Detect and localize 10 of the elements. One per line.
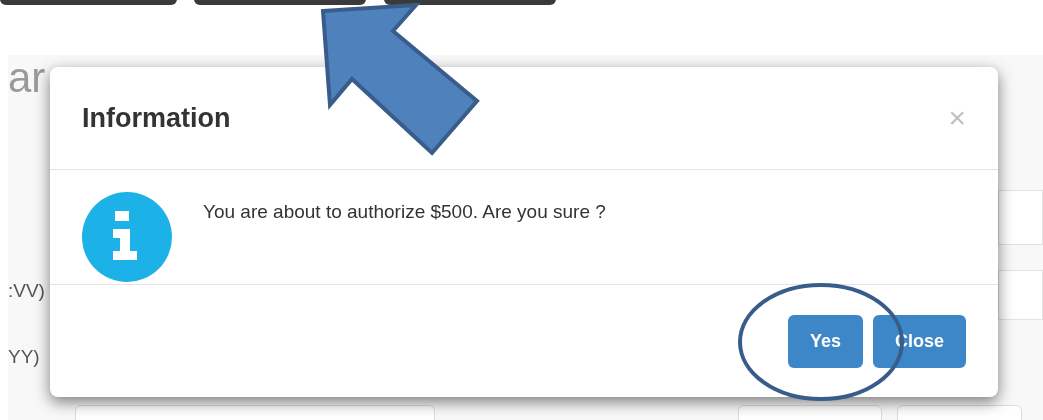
field-label: :VV)	[8, 279, 45, 303]
field-label: YY)	[8, 345, 40, 369]
input-field[interactable]	[998, 270, 1043, 320]
dialog-message: You are about to authorize $500. Are you sure ?	[203, 200, 606, 224]
input-field[interactable]	[998, 190, 1043, 245]
yes-button[interactable]: Yes	[787, 314, 863, 368]
info-icon	[82, 192, 172, 282]
close-button[interactable]: Close	[872, 314, 966, 368]
page-heading: ar	[8, 57, 46, 99]
dialog-title: Information	[82, 101, 231, 135]
